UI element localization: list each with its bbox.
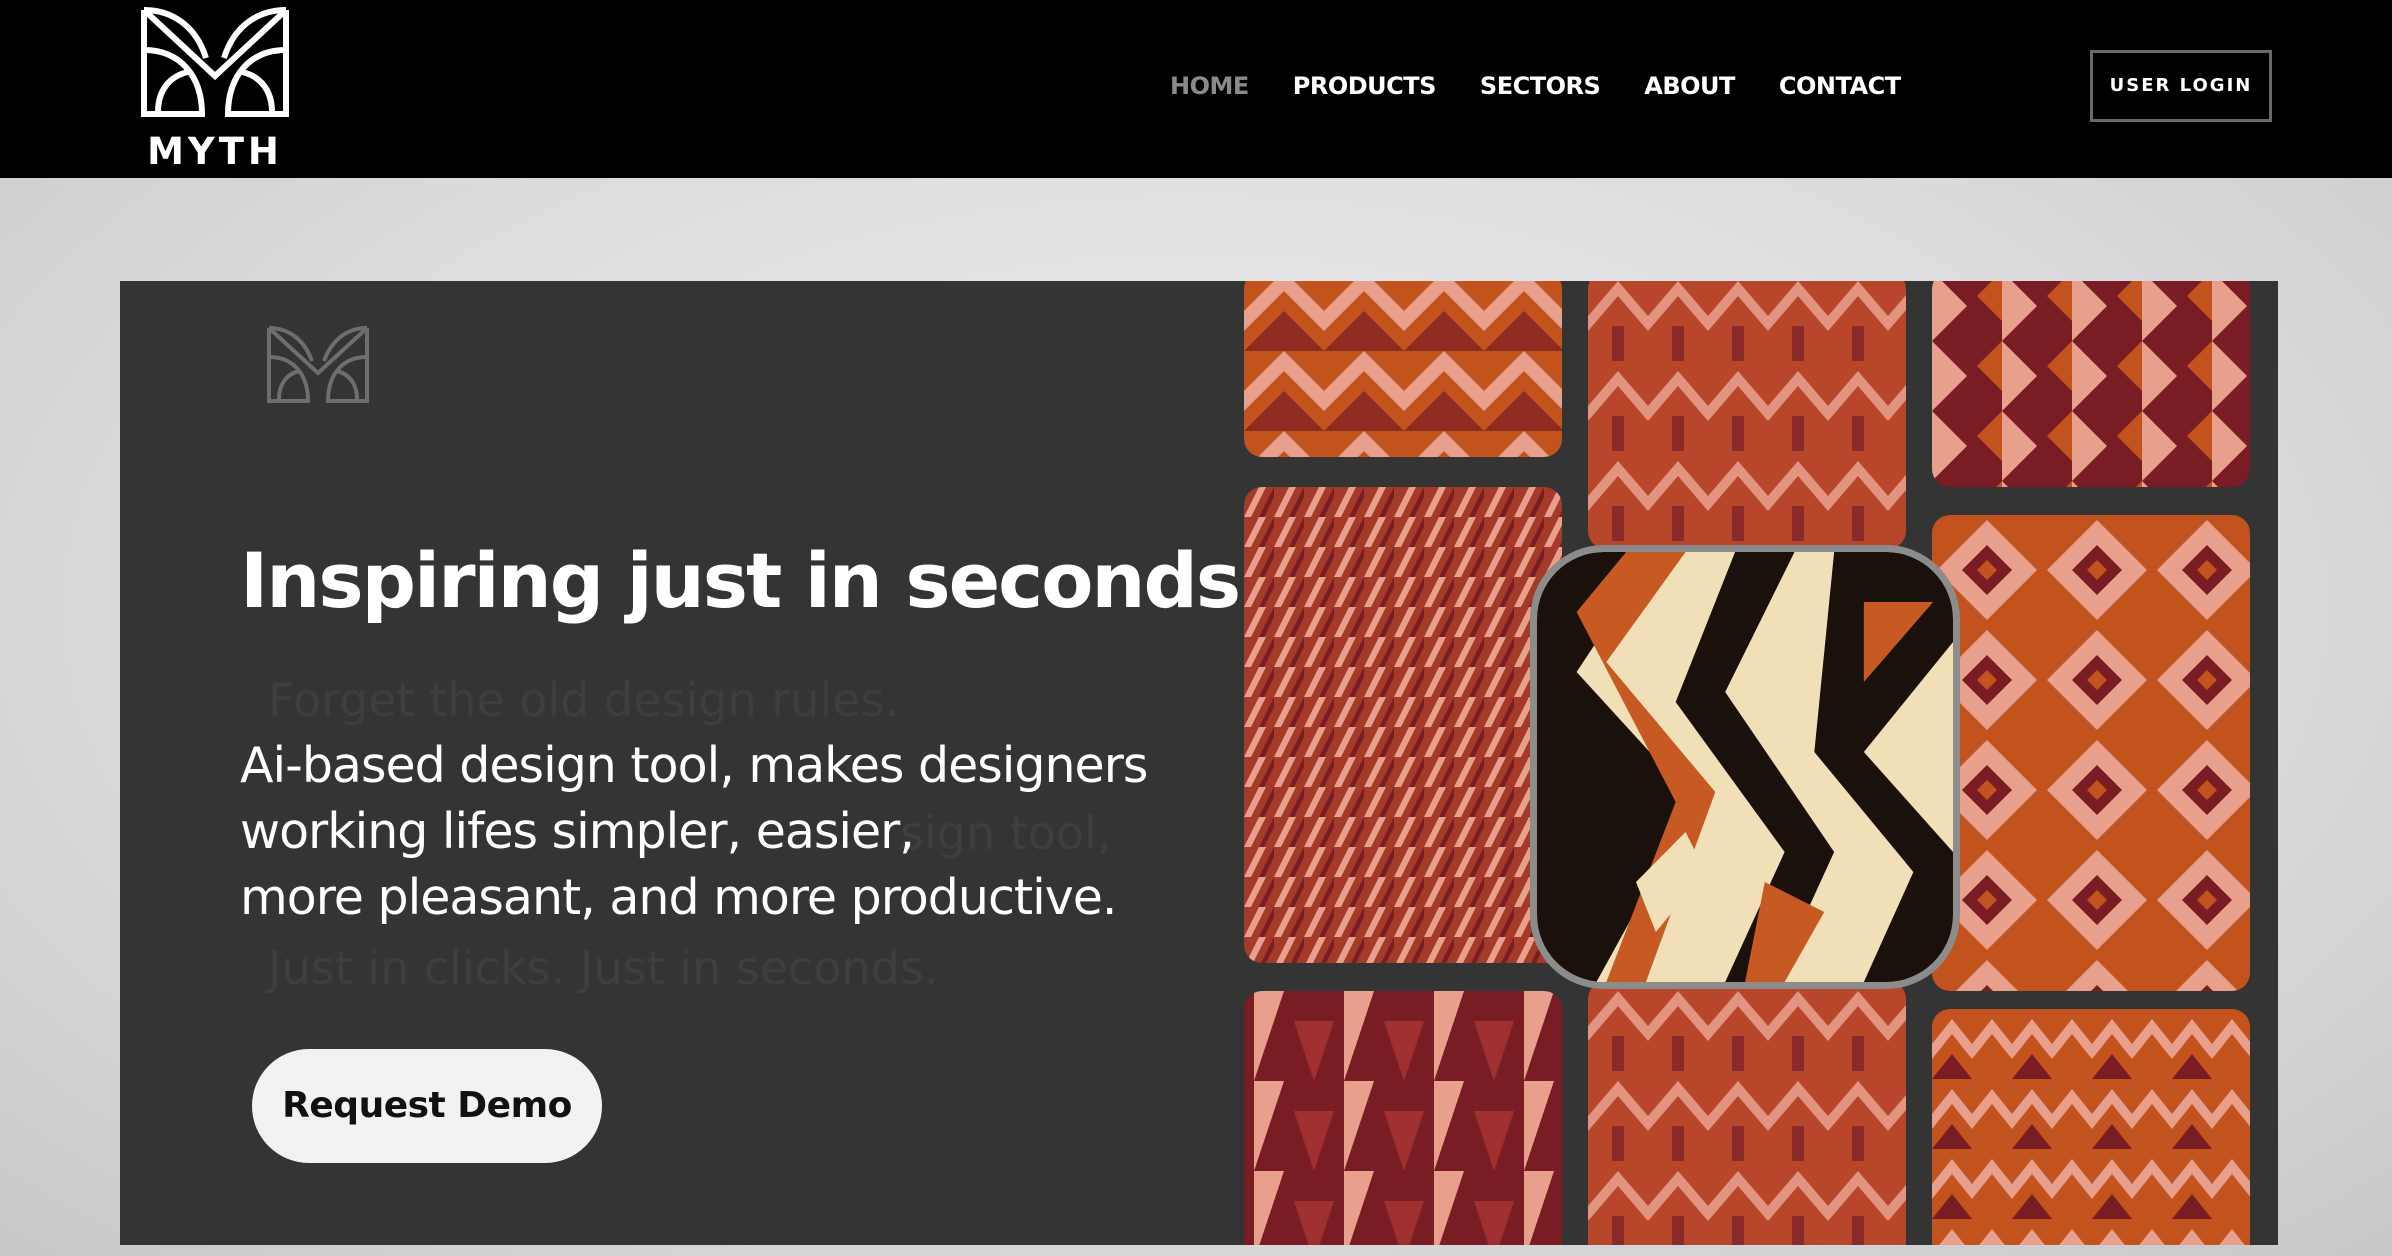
- myth-mark-icon: [267, 326, 369, 403]
- pattern-tile[interactable]: [1932, 281, 2250, 487]
- nav-home[interactable]: HOME: [1170, 64, 1249, 108]
- ghost-text: Just in clicks. Just in seconds.: [268, 941, 939, 995]
- hero-description-line: Ai-based design tool, makes designers: [240, 737, 1148, 794]
- nav-sectors[interactable]: SECTORS: [1480, 64, 1601, 108]
- nav-about[interactable]: ABOUT: [1644, 64, 1735, 108]
- user-login-button[interactable]: USER LOGIN: [2090, 50, 2272, 122]
- pattern-tile[interactable]: [1244, 991, 1562, 1245]
- myth-logo-icon: [141, 7, 289, 117]
- ghost-text: Forget the old design rules.: [268, 673, 900, 727]
- pattern-tile[interactable]: [1932, 1009, 2250, 1245]
- nav-contact[interactable]: CONTACT: [1779, 64, 1901, 108]
- hero-headline: Inspiring just in seconds: [240, 536, 1241, 625]
- pattern-tile[interactable]: [1244, 281, 1562, 457]
- pattern-tile[interactable]: [1932, 515, 2250, 991]
- brand-logo[interactable]: MYTH: [140, 6, 290, 172]
- request-demo-button[interactable]: Request Demo: [252, 1049, 602, 1163]
- hero-section: Forget the old design rules. Just in cli…: [0, 178, 2392, 1256]
- featured-pattern-tile[interactable]: [1530, 545, 1960, 989]
- hero-description-line: more pleasant, and more productive.: [240, 869, 1117, 926]
- pattern-tile[interactable]: [1588, 981, 1906, 1245]
- hero-card: Forget the old design rules. Just in cli…: [120, 281, 2278, 1245]
- main-nav: HOME PRODUCTS SECTORS ABOUT CONTACT: [1170, 64, 1945, 108]
- hero-description-line: working lifes simpler, easier,: [240, 803, 915, 860]
- pattern-tile[interactable]: [1588, 281, 1906, 549]
- nav-products[interactable]: PRODUCTS: [1293, 64, 1437, 108]
- pattern-tile[interactable]: [1244, 487, 1562, 963]
- brand-name: MYTH: [147, 130, 283, 173]
- top-navbar: MYTH HOME PRODUCTS SECTORS ABOUT CONTACT…: [0, 0, 2392, 178]
- hero-description: Ai-based design tool, makes designers wo…: [240, 733, 1148, 931]
